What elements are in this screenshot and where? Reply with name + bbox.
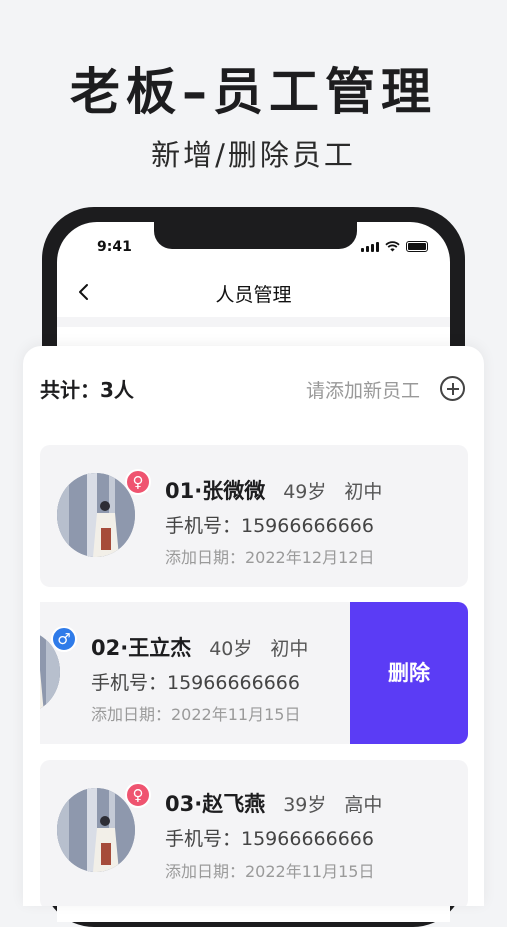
employee-name: 02·王立杰 [91,636,192,660]
employee-panel: 共计：3人 请添加新员工 ♀ 01·张微微 49岁 初中 手机号：1596666… [23,346,484,906]
employee-phone: 手机号：15966666666 [165,828,374,850]
employee-card-swiped[interactable]: ♂ 02·王立杰 40岁 初中 手机号：15966666666 添加日期：202… [40,602,352,744]
employee-age: 39岁 [283,794,327,816]
employee-age: 40岁 [209,638,253,660]
employee-added-date: 添加日期：2022年12月12日 [165,548,375,567]
employee-education: 初中 [344,481,383,503]
nav-title: 人员管理 [215,284,292,306]
status-time: 9:41 [97,239,132,255]
employee-name: 03·赵飞燕 [165,792,266,816]
plus-circle-icon[interactable] [440,376,465,401]
promo-title: 老板–员工管理 [70,63,437,121]
employee-count: 共计：3人 [40,378,134,402]
gender-badge-female: ♀ [125,782,151,808]
gender-badge-male: ♂ [51,626,77,652]
employee-education: 初中 [270,638,309,660]
employee-name-line: 02·王立杰 40岁 初中 [91,632,308,662]
employee-name: 01·张微微 [165,479,266,503]
employee-name-line: 03·赵飞燕 39岁 高中 [165,788,382,818]
screen-divider [57,317,450,327]
add-employee-link[interactable]: 请添加新员工 [306,376,420,403]
employee-phone: 手机号：15966666666 [91,672,300,694]
wifi-icon [385,241,400,252]
signal-icon [361,242,379,252]
avatar [57,473,135,557]
status-icons [361,241,428,252]
battery-icon [406,241,428,252]
employee-card[interactable]: ♀ 03·赵飞燕 39岁 高中 手机号：15966666666 添加日期：202… [40,760,468,906]
employee-phone: 手机号：15966666666 [165,515,374,537]
employee-name-line: 01·张微微 49岁 初中 [165,475,382,505]
employee-added-date: 添加日期：2022年11月15日 [91,705,301,724]
delete-button[interactable]: 删除 [350,602,468,744]
notch [154,222,357,249]
employee-card[interactable]: ♀ 01·张微微 49岁 初中 手机号：15966666666 添加日期：202… [40,445,468,587]
avatar [57,788,135,872]
employee-age: 49岁 [283,481,327,503]
employee-added-date: 添加日期：2022年11月15日 [165,862,375,881]
promo-subtitle: 新增/删除员工 [151,138,356,172]
gender-badge-female: ♀ [125,469,151,495]
employee-education: 高中 [344,794,383,816]
